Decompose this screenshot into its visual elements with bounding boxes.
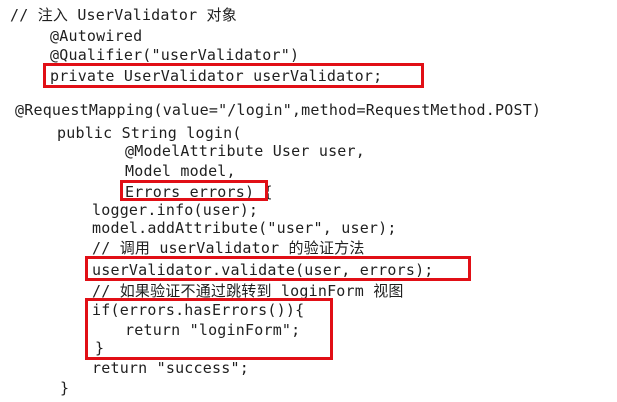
code-line-model-param: Model model,	[125, 162, 236, 180]
code-snippet-view: // 注入 UserValidator 对象 @Autowired @Quali…	[0, 0, 617, 402]
code-line-model-attribute: @ModelAttribute User user,	[125, 142, 365, 160]
code-line-autowired: @Autowired	[50, 27, 143, 45]
code-line-request-mapping: @RequestMapping(value="/login",method=Re…	[15, 101, 542, 119]
highlight-validate-call	[85, 256, 471, 281]
highlight-private-field	[43, 63, 424, 88]
code-line-logger: logger.info(user);	[92, 201, 259, 219]
code-line-close-method: }	[60, 379, 70, 397]
code-line-login-method: public String login(	[57, 124, 242, 142]
code-line-comment-validate: // 调用 userValidator 的验证方法	[92, 239, 365, 257]
highlight-if-block	[85, 298, 333, 360]
highlight-errors-param	[120, 180, 268, 201]
code-line-add-attribute: model.addAttribute("user", user);	[92, 219, 397, 237]
code-line-comment-inject: // 注入 UserValidator 对象	[10, 6, 237, 24]
code-line-return-success: return "success";	[92, 359, 249, 377]
code-line-qualifier: @Qualifier("userValidator")	[50, 46, 300, 64]
